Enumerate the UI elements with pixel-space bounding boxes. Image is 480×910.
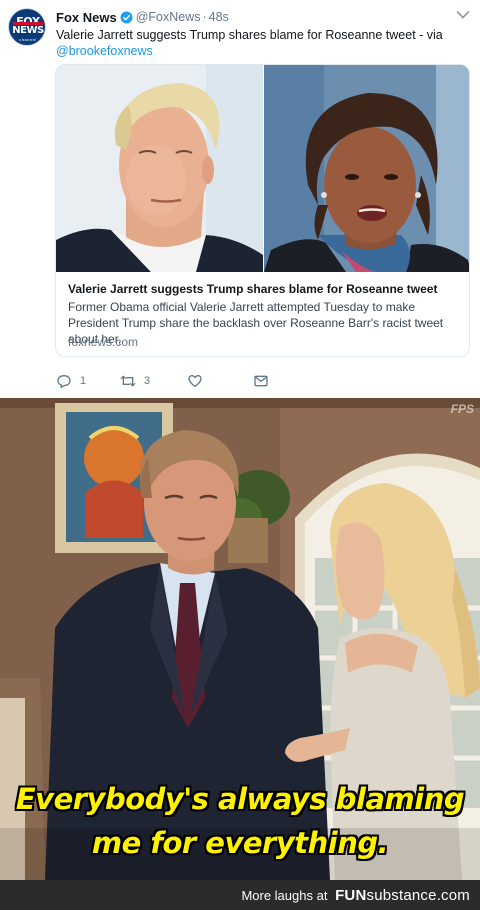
card-domain: foxnews.com bbox=[68, 335, 139, 349]
like-button[interactable] bbox=[187, 372, 211, 390]
tweet-timestamp[interactable]: 48s bbox=[209, 10, 229, 24]
direct-message-button[interactable] bbox=[253, 372, 269, 390]
tweet-body: Valerie Jarrett suggests Trump shares bl… bbox=[56, 28, 443, 42]
card-title[interactable]: Valerie Jarrett suggests Trump shares bl… bbox=[68, 282, 437, 296]
link-card[interactable]: Valerie Jarrett suggests Trump shares bl… bbox=[55, 64, 470, 357]
reply-count: 1 bbox=[80, 375, 87, 387]
site-footer: More laughs at FUNsubstance.com bbox=[0, 880, 480, 910]
like-icon bbox=[188, 375, 202, 387]
meme-caption-line-2: me for everything. bbox=[91, 826, 389, 860]
tweet-text: Valerie Jarrett suggests Trump shares bl… bbox=[56, 27, 466, 59]
verified-badge-icon bbox=[120, 11, 133, 23]
user-handle[interactable]: @FoxNews bbox=[136, 10, 201, 24]
retweet-button[interactable]: 3 bbox=[120, 372, 150, 390]
message-icon bbox=[254, 375, 268, 387]
retweet-icon bbox=[120, 375, 136, 387]
brand-tld: .com bbox=[436, 887, 470, 904]
meme-image: FPS Everybody's always blaming me for ev… bbox=[0, 398, 480, 880]
separator-dot: · bbox=[202, 10, 207, 24]
meme-caption-line-1: Everybody's always blaming bbox=[15, 782, 465, 816]
card-image bbox=[56, 65, 469, 272]
tweet-actions: 1 3 bbox=[56, 372, 286, 390]
tweet-header: Fox News @FoxNews · 48s bbox=[56, 8, 229, 26]
tweet: FOX NEWS channel Fox News @FoxNews · 48s… bbox=[0, 0, 480, 398]
brand-sub: substance bbox=[366, 887, 437, 904]
meme-watermark: FPS bbox=[450, 402, 474, 416]
reply-icon bbox=[57, 375, 71, 388]
retweet-count: 3 bbox=[144, 375, 151, 387]
chevron-down-icon[interactable] bbox=[456, 10, 470, 20]
reply-button[interactable]: 1 bbox=[56, 372, 86, 390]
mention-link[interactable]: @brookefoxnews bbox=[56, 44, 153, 58]
fox-news-avatar[interactable]: FOX NEWS channel bbox=[8, 8, 46, 46]
display-name[interactable]: Fox News bbox=[56, 10, 117, 25]
footer-prefix: More laughs at bbox=[241, 888, 328, 903]
footer-credit[interactable]: More laughs at FUNsubstance.com bbox=[241, 887, 470, 904]
funsubstance-logo: FUNsubstance.com bbox=[335, 887, 470, 904]
brand-main: FUN bbox=[335, 887, 367, 904]
